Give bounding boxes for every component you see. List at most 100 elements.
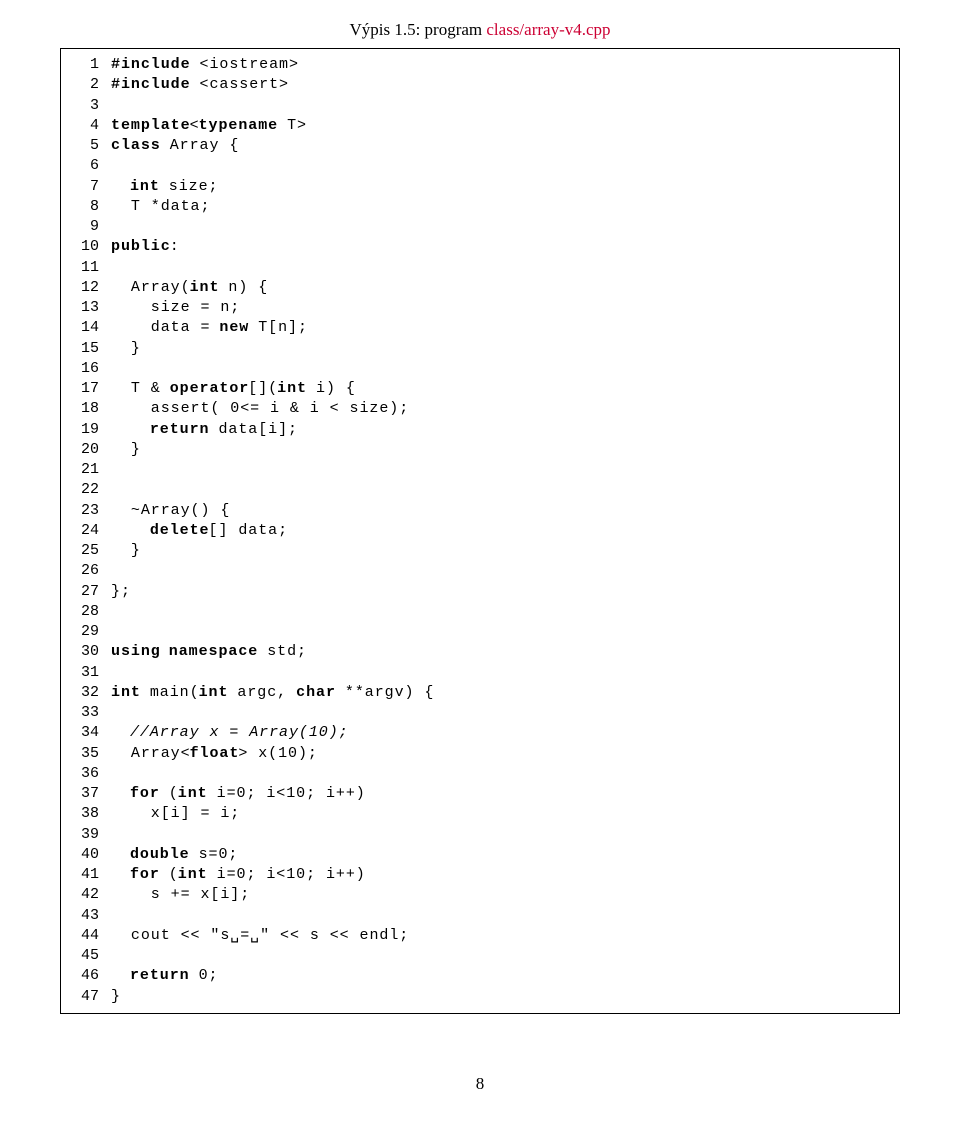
code-line: 41 f o r (i n t i = 0 ; i < 1 0 ; i + + … (71, 865, 889, 885)
line-number: 20 (71, 440, 99, 460)
line-number: 38 (71, 804, 99, 824)
code-line: 28 (71, 602, 889, 622)
line-text (111, 480, 889, 500)
code-line: 22 (71, 480, 889, 500)
line-text: s + = x [ i ] ; (111, 885, 889, 905)
code-line: 8 T * d a t a ; (71, 197, 889, 217)
line-text (111, 764, 889, 784)
code-line: 38 x [ i ] = i ; (71, 804, 889, 824)
line-number: 27 (71, 582, 99, 602)
code-line: 1 # i n c l u d e < i o s t r e a m > (71, 55, 889, 75)
code-line: 12 A r r a y (i n t n ) { (71, 278, 889, 298)
line-text: / / A r r a y x = A r r a y ( 1 0 ) ; (111, 723, 889, 743)
code-line: 2# i n c l u d e < c a s s e r t > (71, 75, 889, 95)
line-text: } (111, 541, 889, 561)
line-number: 11 (71, 258, 99, 278)
code-line: 17 T & o p e r a t o r[ ] (i n t i ) { (71, 379, 889, 399)
code-line: 14 d a t a = n e w T [ n ] ; (71, 318, 889, 338)
code-line: 25 } (71, 541, 889, 561)
line-text: d o u b l e s = 0 ; (111, 845, 889, 865)
line-number: 40 (71, 845, 99, 865)
line-text (111, 258, 889, 278)
code-line: 7 i n t s i z e ; (71, 177, 889, 197)
code-line: 24 d e l e t e[ ] d a t a ; (71, 521, 889, 541)
line-number: 16 (71, 359, 99, 379)
code-line: 29 (71, 622, 889, 642)
line-text: d a t a = n e w T [ n ] ; (111, 318, 889, 338)
line-number: 28 (71, 602, 99, 622)
line-text: p u b l i c: (111, 237, 889, 257)
caption-prefix: Výpis 1.5: program (349, 20, 486, 39)
line-text: r e t u r n d a t a [ i ] ; (111, 420, 889, 440)
line-number: 18 (71, 399, 99, 419)
line-number: 1 (71, 55, 99, 75)
code-line: 9 (71, 217, 889, 237)
line-number: 47 (71, 987, 99, 1007)
code-line: 45 (71, 946, 889, 966)
code-line: 16 (71, 359, 889, 379)
code-line: 4t e m p l a t e<t y p e n a m e T > (71, 116, 889, 136)
code-line: 26 (71, 561, 889, 581)
code-line: 3 (71, 96, 889, 116)
code-line: 20 } (71, 440, 889, 460)
line-text (111, 946, 889, 966)
line-text: i n t s i z e ; (111, 177, 889, 197)
line-number: 30 (71, 642, 99, 662)
line-number: 37 (71, 784, 99, 804)
line-number: 23 (71, 501, 99, 521)
line-text (111, 602, 889, 622)
code-line: 47} (71, 987, 889, 1007)
line-number: 19 (71, 420, 99, 440)
line-text: f o r (i n t i = 0 ; i < 1 0 ; i + + ) (111, 865, 889, 885)
line-text: d e l e t e[ ] d a t a ; (111, 521, 889, 541)
line-number: 10 (71, 237, 99, 257)
line-number: 22 (71, 480, 99, 500)
line-number: 34 (71, 723, 99, 743)
line-number: 12 (71, 278, 99, 298)
line-text: x [ i ] = i ; (111, 804, 889, 824)
line-text (111, 703, 889, 723)
line-number: 43 (71, 906, 99, 926)
line-text: u s i n g n a m e s p a c e s t d ; (111, 642, 889, 662)
line-number: 36 (71, 764, 99, 784)
line-text: c l a s s A r r a y { (111, 136, 889, 156)
line-number: 7 (71, 177, 99, 197)
line-number: 8 (71, 197, 99, 217)
line-text: i n t m a i n (i n t a r g c , c h a r *… (111, 683, 889, 703)
line-number: 26 (71, 561, 99, 581)
line-number: 35 (71, 744, 99, 764)
code-line: 5c l a s s A r r a y { (71, 136, 889, 156)
code-line: 18 a s s e r t ( 0 < = i & i < s i z e )… (71, 399, 889, 419)
caption-link[interactable]: class/array-v4.cpp (486, 20, 610, 39)
line-text (111, 825, 889, 845)
code-line: 19 r e t u r n d a t a [ i ] ; (71, 420, 889, 440)
line-text (111, 663, 889, 683)
line-text: T * d a t a ; (111, 197, 889, 217)
code-line: 34 / / A r r a y x = A r r a y ( 1 0 ) ; (71, 723, 889, 743)
code-listing: 1 # i n c l u d e < i o s t r e a m >2# i… (60, 48, 900, 1014)
line-number: 25 (71, 541, 99, 561)
code-line: 46 r e t u r n 0 ; (71, 966, 889, 986)
line-number: 42 (71, 885, 99, 905)
line-number: 21 (71, 460, 99, 480)
line-text: } (111, 339, 889, 359)
line-number: 17 (71, 379, 99, 399)
code-line: 15 } (71, 339, 889, 359)
code-line: 30 u s i n g n a m e s p a c e s t d ; (71, 642, 889, 662)
code-line: 32i n t m a i n (i n t a r g c , c h a r… (71, 683, 889, 703)
line-text (111, 359, 889, 379)
line-text (111, 96, 889, 116)
code-line: 35 A r r a y <f l o a t> x ( 1 0 ) ; (71, 744, 889, 764)
line-text (111, 460, 889, 480)
page-number: 8 (60, 1074, 900, 1094)
line-text: r e t u r n 0 ; (111, 966, 889, 986)
code-line: 31 (71, 663, 889, 683)
line-number: 24 (71, 521, 99, 541)
line-text (111, 561, 889, 581)
line-text: A r r a y <f l o a t> x ( 1 0 ) ; (111, 744, 889, 764)
line-text (111, 622, 889, 642)
line-number: 2 (71, 75, 99, 95)
line-text (111, 217, 889, 237)
line-text: # i n c l u d e < i o s t r e a m > (111, 55, 889, 75)
line-text: T & o p e r a t o r[ ] (i n t i ) { (111, 379, 889, 399)
